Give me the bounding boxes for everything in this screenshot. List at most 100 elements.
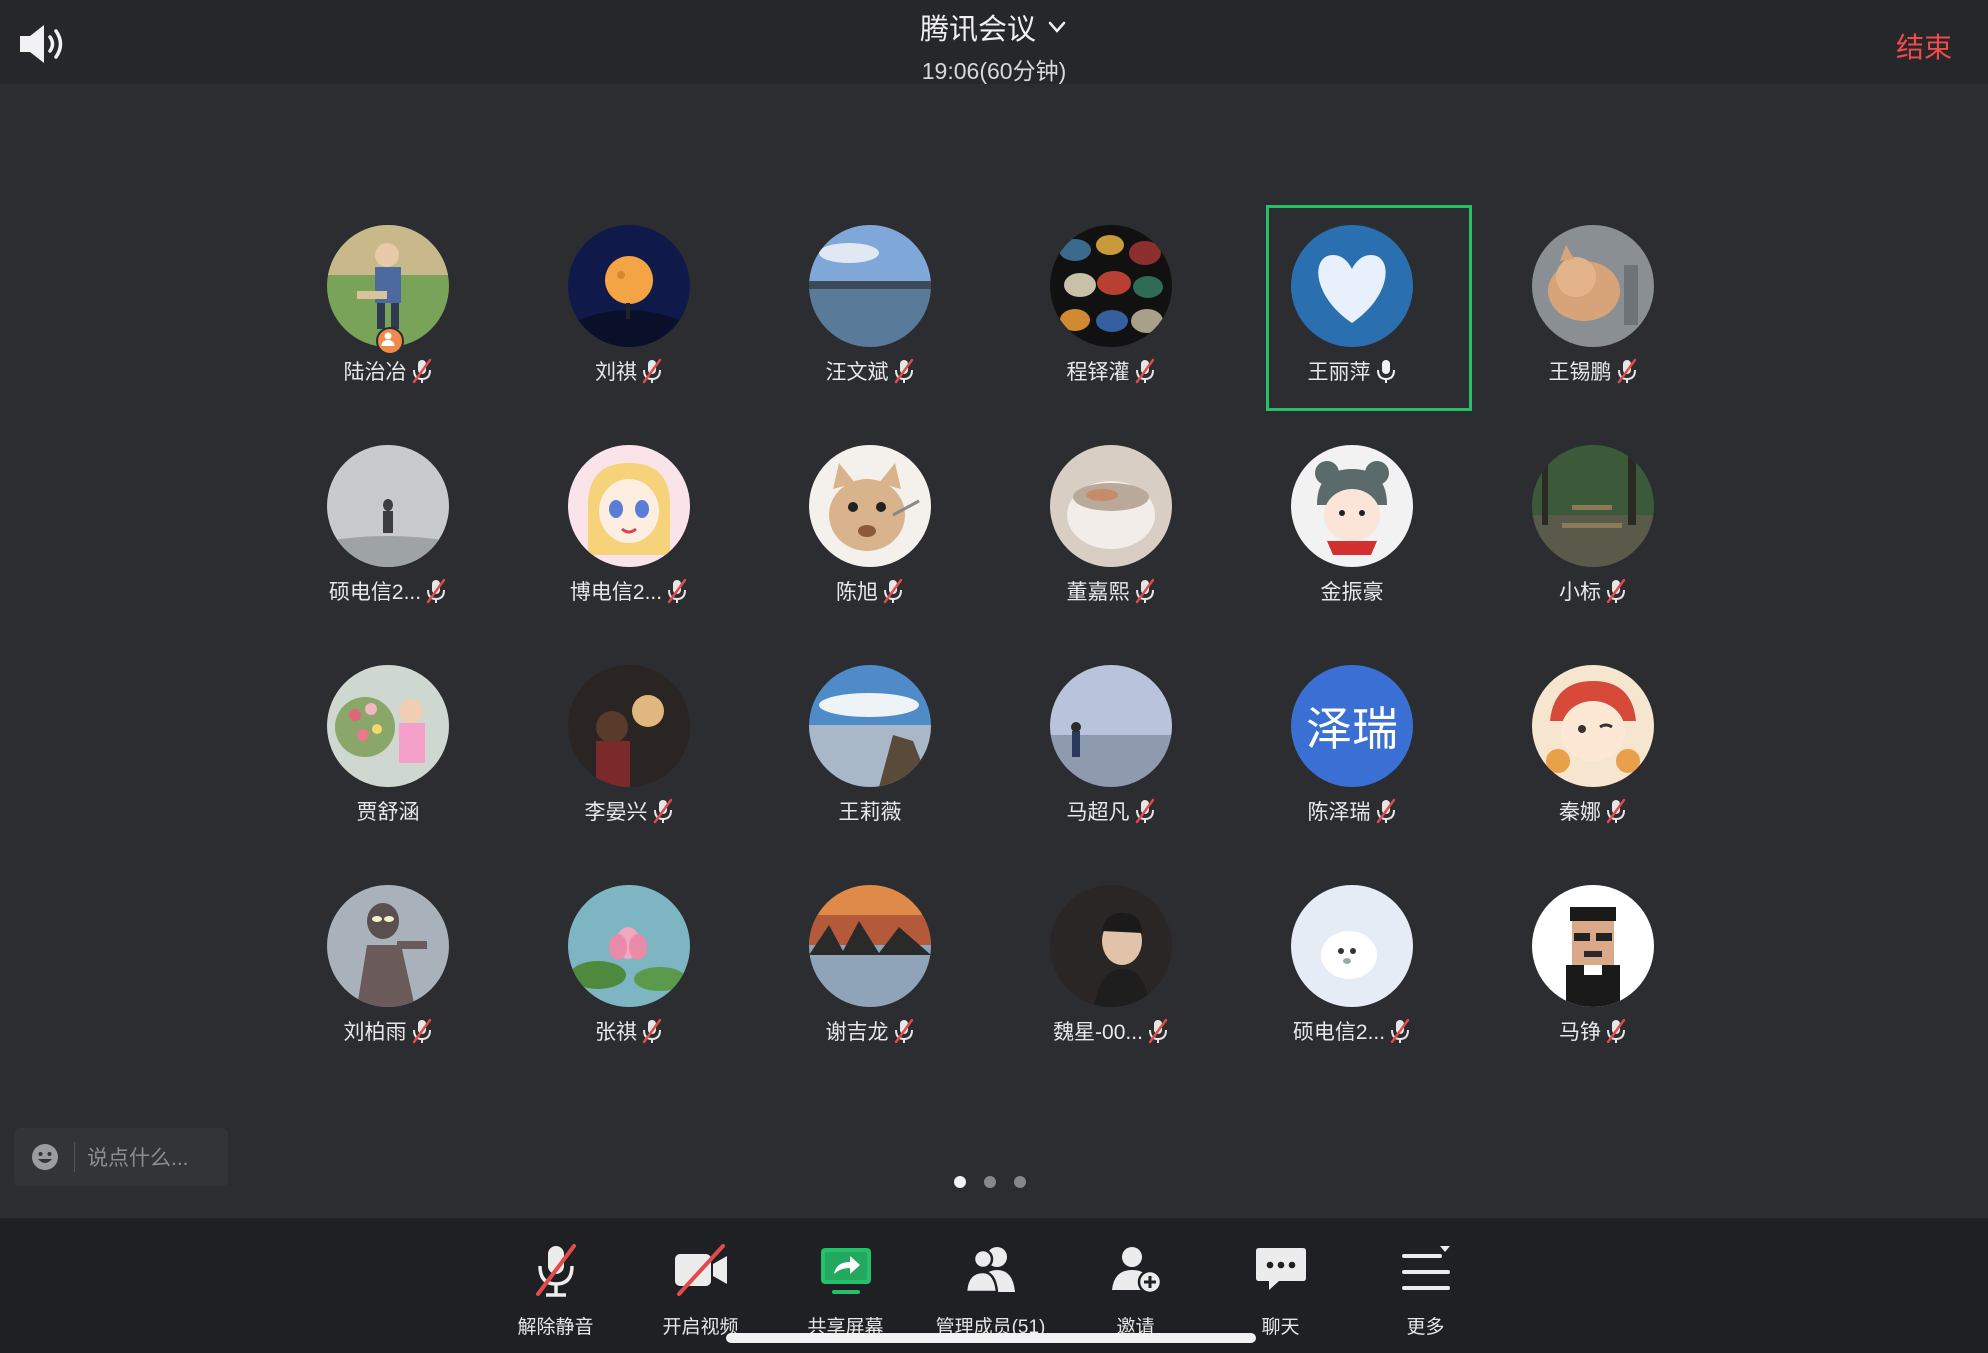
participant-name: 硕电信2... <box>1292 1021 1386 1044</box>
mic-muted-icon <box>1135 578 1154 604</box>
avatar <box>568 665 690 787</box>
participant-tile[interactable]: 谢吉龙 <box>782 865 1023 1085</box>
participant-name: 李晏兴 <box>584 801 648 824</box>
participant-tile[interactable]: 硕电信2... <box>1264 865 1505 1085</box>
participant-name: 魏星-00... <box>1053 1021 1143 1044</box>
more-label: 更多 <box>1406 1317 1445 1338</box>
mic-muted-icon <box>642 1018 662 1044</box>
meeting-time: 19:06(60分钟) <box>921 58 1067 84</box>
invite-button[interactable]: 邀请 <box>1063 1240 1208 1339</box>
participant-tile[interactable]: 李晏兴 <box>541 645 782 865</box>
meeting-title-area: 腾讯会议 19:06(60分钟) <box>0 6 1988 86</box>
participant-name: 王锡鹏 <box>1548 361 1612 384</box>
mic-muted-icon <box>1148 1018 1168 1044</box>
participant-name-row: 刘祺 <box>541 356 717 386</box>
members-icon <box>964 1247 1015 1294</box>
host-badge-icon <box>376 327 404 355</box>
participant-name-row: 董嘉熙 <box>1023 576 1199 606</box>
participant-name: 马铮 <box>1559 1021 1601 1044</box>
page-dot-2[interactable] <box>984 1176 996 1188</box>
avatar <box>327 445 449 567</box>
manage-members-button[interactable]: 管理成员(51) <box>918 1240 1063 1339</box>
mic-muted-icon <box>883 578 903 604</box>
participant-name-row: 小标 <box>1505 576 1681 606</box>
participant-name: 秦娜 <box>1559 801 1601 824</box>
participant-tile[interactable]: 马超凡 <box>1023 645 1264 865</box>
participant-tile[interactable]: 博电信2... <box>541 425 782 645</box>
participant-name: 程铎灌 <box>1066 361 1130 384</box>
page-dot-1[interactable] <box>954 1176 966 1188</box>
participant-name: 谢吉龙 <box>825 1021 889 1044</box>
participant-name: 贾舒涵 <box>356 801 420 824</box>
participant-tile[interactable]: 程铎灌 <box>1023 205 1264 425</box>
participant-name: 董嘉熙 <box>1066 581 1130 604</box>
mic-muted-icon <box>412 1018 431 1044</box>
participant-name-row: 硕电信2... <box>300 576 476 606</box>
participant-name: 金振豪 <box>1320 581 1384 604</box>
participant-name: 博电信2... <box>569 581 663 604</box>
avatar <box>1050 885 1172 1007</box>
participant-tile[interactable]: 金振豪 <box>1264 425 1505 645</box>
end-meeting-button[interactable]: 结束 <box>1896 26 1952 66</box>
participant-name: 刘祺 <box>595 361 637 384</box>
meeting-title-dropdown[interactable]: 腾讯会议 <box>920 6 1068 48</box>
divider <box>74 1142 75 1172</box>
participant-tile[interactable]: 硕电信2... <box>300 425 541 645</box>
chat-icon <box>1255 1248 1306 1290</box>
avatar <box>568 445 690 567</box>
emoji-icon[interactable] <box>30 1142 60 1172</box>
participant-tile[interactable]: 小标 <box>1505 425 1746 645</box>
page-dot-3[interactable] <box>1014 1176 1026 1188</box>
share-screen-icon <box>820 1248 871 1294</box>
mic-muted-icon <box>894 1018 913 1044</box>
avatar <box>1050 445 1172 567</box>
mic-muted-icon <box>1617 358 1636 384</box>
mic-muted-icon <box>1606 578 1626 604</box>
avatar <box>327 885 449 1007</box>
participant-name: 王丽萍 <box>1307 361 1371 384</box>
bottom-toolbar: 解除静音 开启视频 共享屏幕 管理成员(51) 邀请 聊天 更多 <box>483 1240 1498 1339</box>
participant-tile[interactable]: 董嘉熙 <box>1023 425 1264 645</box>
participant-tile[interactable]: 王莉薇 <box>782 645 1023 865</box>
participant-tile[interactable]: 刘祺 <box>541 205 782 425</box>
participant-name: 硕电信2... <box>328 581 422 604</box>
participant-tile[interactable]: 张祺 <box>541 865 782 1085</box>
avatar <box>1291 225 1413 347</box>
mic-muted-icon <box>667 578 687 604</box>
chat-button[interactable]: 聊天 <box>1208 1240 1353 1339</box>
participant-tile[interactable]: 陆治冶 <box>300 205 541 425</box>
participant-name-row: 马铮 <box>1505 1016 1681 1046</box>
chat-placeholder: 说点什么... <box>87 1147 189 1170</box>
mic-muted-icon <box>642 358 662 384</box>
participant-name: 刘柏雨 <box>343 1021 407 1044</box>
chat-input-box[interactable]: 说点什么... <box>14 1128 228 1186</box>
share-screen-button[interactable]: 共享屏幕 <box>773 1240 918 1339</box>
avatar-text: 泽瑞 <box>1306 702 1398 756</box>
participant-name: 小标 <box>1559 581 1601 604</box>
start-video-button[interactable]: 开启视频 <box>628 1240 773 1339</box>
avatar <box>809 665 931 787</box>
participant-tile[interactable]: 陈旭 <box>782 425 1023 645</box>
avatar <box>327 665 449 787</box>
participant-name-row: 李晏兴 <box>541 796 717 826</box>
participant-tile[interactable]: 泽瑞 陈泽瑞 <box>1264 645 1505 865</box>
participant-name-row: 贾舒涵 <box>300 796 476 826</box>
unmute-label: 解除静音 <box>517 1317 594 1338</box>
participant-tile[interactable]: 汪文斌 <box>782 205 1023 425</box>
participant-name-row: 硕电信2... <box>1264 1016 1440 1046</box>
unmute-button[interactable]: 解除静音 <box>483 1240 628 1339</box>
participant-tile[interactable]: 秦娜 <box>1505 645 1746 865</box>
participant-tile[interactable]: 魏星-00... <box>1023 865 1264 1085</box>
participant-tile[interactable]: 王丽萍 <box>1264 205 1505 425</box>
video-off-icon <box>674 1244 727 1296</box>
participant-tile[interactable]: 马铮 <box>1505 865 1746 1085</box>
participant-tile[interactable]: 刘柏雨 <box>300 865 541 1085</box>
participant-tile[interactable]: 贾舒涵 <box>300 645 541 865</box>
avatar <box>1050 225 1172 347</box>
home-indicator <box>726 1333 1256 1343</box>
chat-label: 聊天 <box>1261 1317 1300 1338</box>
participant-name-row: 王莉薇 <box>782 796 958 826</box>
more-button[interactable]: 更多 <box>1353 1240 1498 1339</box>
avatar <box>1532 665 1654 787</box>
participant-tile[interactable]: 王锡鹏 <box>1505 205 1746 425</box>
